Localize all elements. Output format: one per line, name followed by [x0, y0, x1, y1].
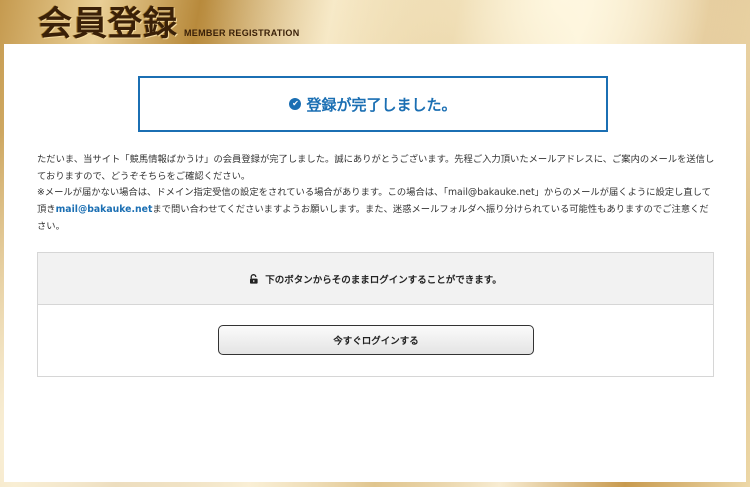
content-panel: ✔ 登録が完了しました。 ただいま、当サイト「競馬情報ばかうけ」の会員登録が完了… — [4, 44, 746, 482]
message-paragraph-2: ※メールが届かない場合は、ドメイン指定受信の設定をされている場合があります。この… — [37, 185, 717, 235]
page-subtitle: MEMBER REGISTRATION — [184, 28, 300, 38]
registration-complete-box: ✔ 登録が完了しました。 — [138, 76, 608, 132]
registration-complete-text: 登録が完了しました。 — [306, 95, 457, 114]
login-section-header: 下のボタンからそのままログインすることができます。 — [38, 253, 713, 305]
page-title: 会員登録 — [38, 4, 178, 44]
page-header: 会員登録 MEMBER REGISTRATION — [38, 4, 300, 44]
unlock-icon — [250, 273, 258, 284]
login-heading: 下のボタンからそのままログインすることができます。 — [265, 274, 502, 286]
message-paragraph-1: ただいま、当サイト「競馬情報ばかうけ」の会員登録が完了しました。誠にありがとうご… — [37, 154, 715, 182]
login-now-button[interactable]: 今すぐログインする — [218, 325, 534, 355]
check-circle-icon: ✔ — [289, 98, 302, 110]
login-section: 下のボタンからそのままログインすることができます。 今すぐログインする — [37, 252, 714, 377]
contact-email-link[interactable]: mail@bakauke.net — [56, 204, 153, 215]
registration-message: ただいま、当サイト「競馬情報ばかうけ」の会員登録が完了しました。誠にありがとうご… — [37, 152, 717, 236]
